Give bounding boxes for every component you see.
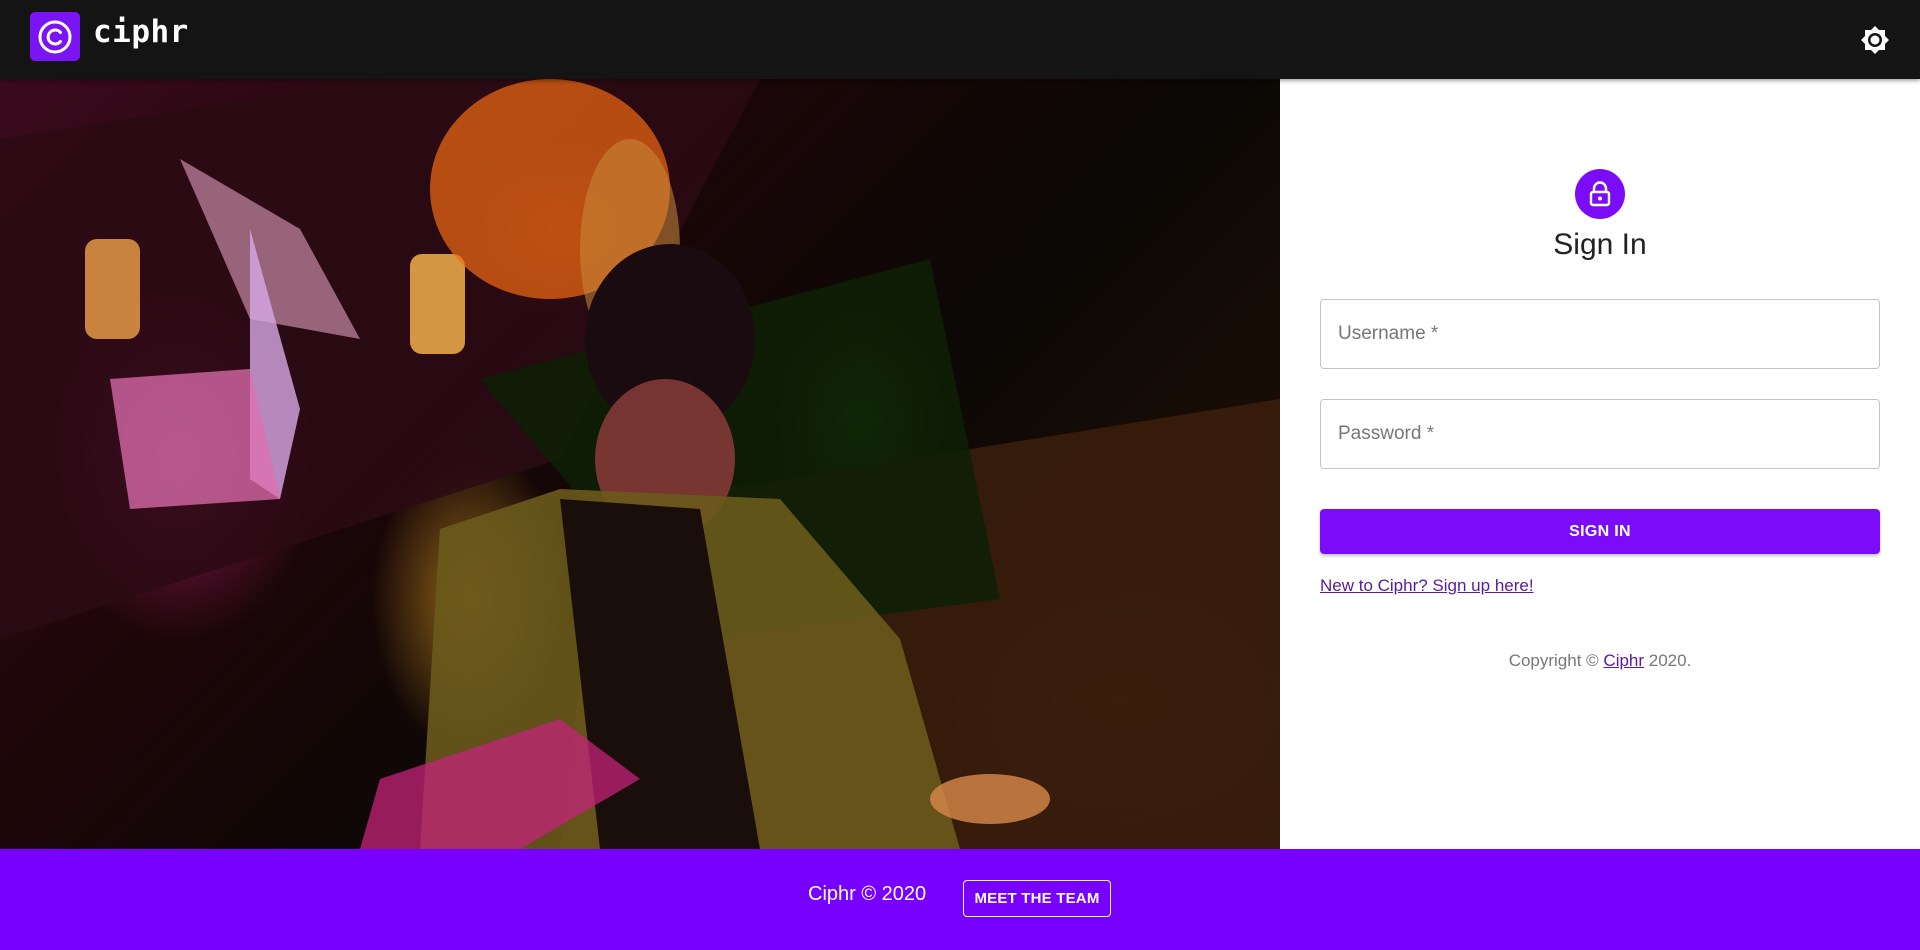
password-field[interactable] xyxy=(1320,399,1880,469)
footer xyxy=(0,849,1920,950)
copyright-text: Copyright © Ciphr 2020. xyxy=(1280,651,1920,671)
ciphr-logo-icon[interactable] xyxy=(30,12,80,61)
copyright-suffix: 2020. xyxy=(1644,651,1692,670)
hero-photo xyxy=(0,79,1280,849)
app-bar: ciphr xyxy=(0,0,1920,79)
username-field[interactable] xyxy=(1320,299,1880,369)
ciphr-link[interactable]: Ciphr xyxy=(1603,651,1644,670)
lock-icon xyxy=(1575,169,1625,219)
footer-copyright: Ciphr © 2020 xyxy=(808,883,927,905)
brightness-icon[interactable] xyxy=(1858,23,1892,57)
signup-link[interactable]: New to Ciphr? Sign up here! xyxy=(1320,576,1534,596)
signin-button[interactable]: SIGN IN xyxy=(1320,509,1880,554)
brand-name[interactable]: ciphr xyxy=(93,14,189,50)
copyright-prefix: Copyright © xyxy=(1508,651,1604,670)
signin-title: Sign In xyxy=(1553,228,1647,261)
meet-the-team-button[interactable]: MEET THE TEAM xyxy=(963,880,1111,917)
